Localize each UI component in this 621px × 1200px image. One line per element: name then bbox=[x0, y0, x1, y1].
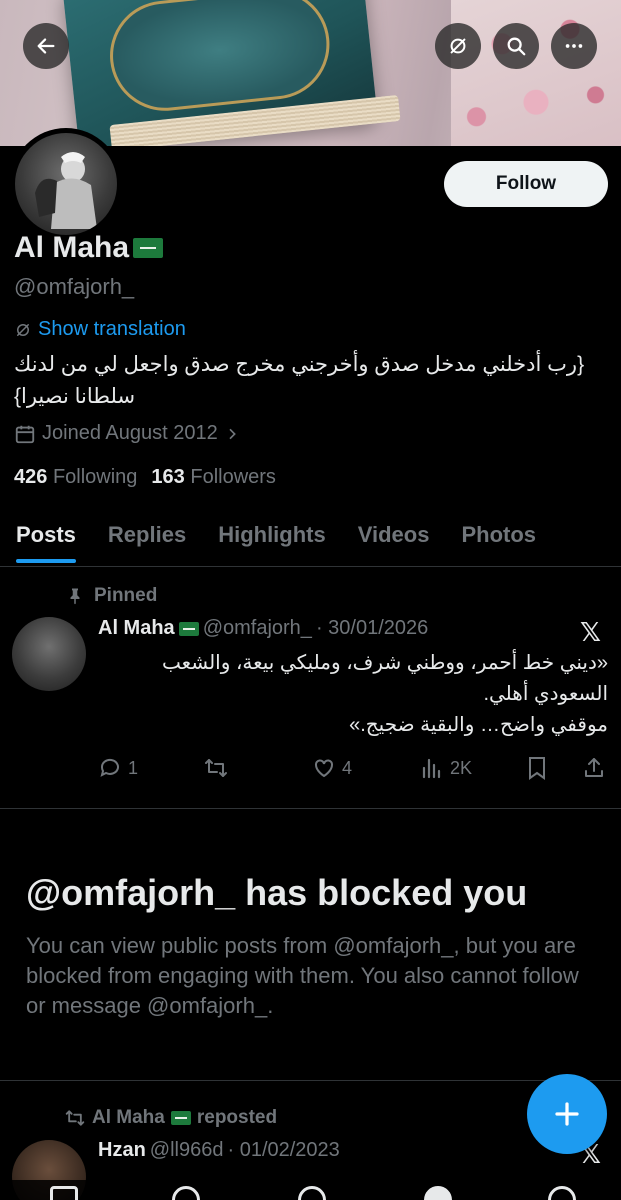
repost-button[interactable] bbox=[203, 756, 229, 780]
repost-header: Hzan @ll966d · 01/02/2023 bbox=[98, 1139, 340, 1162]
profile-avatar[interactable] bbox=[10, 128, 122, 240]
search-icon bbox=[507, 37, 526, 56]
post-divider bbox=[0, 808, 621, 809]
avatar-image bbox=[15, 133, 117, 235]
reply-button[interactable]: 1 bbox=[98, 756, 138, 780]
chevron-right-icon bbox=[229, 428, 236, 439]
repost-icon bbox=[65, 1110, 85, 1126]
reply-count: 1 bbox=[128, 757, 139, 778]
post-avatar[interactable] bbox=[12, 617, 86, 691]
more-button[interactable] bbox=[551, 23, 597, 69]
follow-button[interactable]: Follow bbox=[444, 161, 608, 207]
heart-icon bbox=[315, 759, 333, 778]
tab-photos[interactable]: Photos bbox=[445, 505, 552, 565]
calendar-icon bbox=[15, 425, 35, 443]
blocked-message: You can view public posts from @omfajorh… bbox=[26, 933, 579, 1018]
views-count: 2K bbox=[450, 757, 473, 778]
share-button[interactable] bbox=[582, 756, 606, 780]
pinned-indicator: Pinned bbox=[66, 585, 157, 607]
profile-tabs: Posts Replies Highlights Videos Photos bbox=[0, 505, 621, 565]
translate-icon bbox=[17, 323, 29, 336]
tab-replies[interactable]: Replies bbox=[92, 505, 202, 565]
pinned-label: Pinned bbox=[94, 585, 158, 606]
following-count: 426 bbox=[14, 466, 48, 488]
search-button[interactable] bbox=[493, 23, 539, 69]
tab-posts[interactable]: Posts bbox=[0, 505, 92, 565]
pin-icon bbox=[70, 588, 80, 605]
following-label: Following bbox=[52, 466, 138, 488]
repost-author-handle: @ll966d bbox=[149, 1139, 224, 1161]
views-icon bbox=[422, 758, 441, 779]
bookmark-icon bbox=[529, 757, 545, 780]
profile-name-text: Al Maha bbox=[14, 231, 130, 264]
arrow-left-icon bbox=[37, 38, 55, 54]
followers-stat[interactable]: 163 Followers bbox=[151, 466, 276, 489]
joined-date[interactable]: Joined August 2012 bbox=[14, 422, 240, 445]
saudi-flag-icon bbox=[178, 621, 199, 636]
compose-post-button[interactable] bbox=[527, 1074, 607, 1154]
translate-off-icon bbox=[450, 38, 466, 54]
blocked-divider bbox=[0, 1080, 621, 1081]
reply-icon bbox=[100, 758, 119, 777]
bookmark-button[interactable] bbox=[526, 756, 548, 780]
translate-button[interactable] bbox=[435, 23, 481, 69]
tab-videos[interactable]: Videos bbox=[342, 505, 446, 565]
tabs-divider bbox=[0, 566, 621, 567]
tab-highlights[interactable]: Highlights bbox=[202, 505, 342, 565]
share-icon bbox=[585, 758, 603, 777]
following-stat[interactable]: 426 Following bbox=[14, 466, 137, 489]
home-icon[interactable] bbox=[50, 1186, 78, 1200]
profile-banner[interactable] bbox=[0, 0, 621, 146]
post-text-line-2: موقفي واضح… والبقية ضجيج.» bbox=[349, 714, 608, 736]
repost-indicator: Al Maha reposted bbox=[64, 1107, 277, 1129]
post-text[interactable]: «ديني خط أحمر، ووطني شرف، ومليكي بيعة، و… bbox=[98, 648, 608, 741]
post-text-line-1: «ديني خط أحمر، ووطني شرف، ومليكي بيعة، و… bbox=[161, 652, 608, 705]
post-actions: 1 4 2K bbox=[98, 756, 608, 782]
post-header: Al Maha @omfajorh_ · 30/01/2026 bbox=[98, 617, 428, 640]
blocked-title: @omfajorh_ has blocked you bbox=[26, 872, 528, 913]
like-count: 4 bbox=[342, 757, 353, 778]
x-logo-icon: 𝕏 bbox=[580, 617, 601, 647]
views-button[interactable]: 2K bbox=[420, 756, 472, 780]
repost-date: · 01/02/2023 bbox=[227, 1139, 340, 1161]
post-author-handle: @omfajorh_ bbox=[202, 617, 312, 639]
follow-stats: 426 Following 163 Followers bbox=[14, 466, 276, 489]
saudi-flag-icon bbox=[170, 1111, 191, 1125]
plus-icon bbox=[555, 1102, 579, 1126]
saudi-flag-icon bbox=[133, 238, 164, 258]
show-translation-link[interactable]: Show translation bbox=[14, 318, 186, 341]
repost-icon bbox=[205, 759, 227, 777]
back-button[interactable] bbox=[23, 23, 69, 69]
repost-author-name[interactable]: Hzan bbox=[98, 1139, 146, 1162]
followers-count: 163 bbox=[151, 466, 185, 488]
profile-bio: {رب أدخلني مدخل صدق وأخرجني مخرج صدق واج… bbox=[14, 353, 585, 408]
reposter-name[interactable]: Al Maha bbox=[92, 1107, 165, 1129]
more-icon bbox=[565, 44, 583, 48]
show-translation-label[interactable]: Show translation bbox=[38, 318, 186, 341]
profile-handle: @omfajorh_ bbox=[14, 274, 135, 299]
profile-name: Al Maha bbox=[14, 231, 164, 265]
post-author-name[interactable]: Al Maha bbox=[98, 617, 175, 640]
like-button[interactable]: 4 bbox=[312, 756, 352, 780]
repost-suffix: reposted bbox=[196, 1107, 278, 1128]
post-date: · 30/01/2026 bbox=[315, 617, 429, 639]
followers-label: Followers bbox=[190, 466, 276, 488]
joined-label: Joined August 2012 bbox=[42, 422, 218, 444]
banner-flowers-image bbox=[451, 0, 621, 146]
